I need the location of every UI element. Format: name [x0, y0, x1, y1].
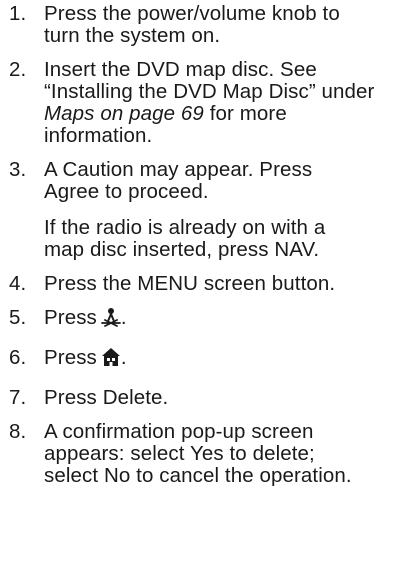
step-8: 8. A confirmation pop-up screen appears:… — [0, 421, 354, 487]
step-number: 7. — [9, 386, 27, 409]
step-text: A confirmation pop-up screen appears: se… — [44, 420, 352, 487]
step-text-post: . — [120, 346, 127, 369]
step-number: 2. — [9, 58, 27, 81]
step-number: 5. — [9, 306, 27, 329]
step-6: 6. Press . — [0, 347, 344, 369]
step-text-pre: Press — [44, 306, 97, 329]
step-3: 3. A Caution may appear. Press Agree to … — [0, 159, 344, 261]
home-icon — [101, 347, 121, 367]
step-text-pre: Press — [44, 346, 97, 369]
instruction-list: 1. Press the power/volume knob to turn t… — [0, 0, 406, 587]
step-number: 1. — [9, 2, 27, 25]
step-5: 5. Press . — [0, 307, 344, 329]
step-4: 4. Press the MENU screen button. — [0, 273, 404, 295]
step-note: If the radio is already on with a map di… — [44, 216, 326, 261]
step-7: 7. Press Delete. — [0, 387, 344, 409]
step-text: Insert the DVD map disc. See “Installing… — [44, 59, 396, 147]
step-text: Press . — [44, 347, 344, 369]
step-number: 6. — [9, 346, 27, 369]
step-2: 2. Insert the DVD map disc. See “Install… — [0, 59, 396, 147]
step-number: 8. — [9, 420, 27, 443]
step-1: 1. Press the power/volume knob to turn t… — [0, 3, 344, 47]
step-text-pre: Insert the DVD map disc. See “Installing… — [44, 58, 375, 103]
step-text: A Caution may appear. Press Agree to pro… — [44, 158, 313, 203]
step-text: Press Delete. — [44, 386, 169, 409]
step-number: 4. — [9, 272, 27, 295]
step-number: 3. — [9, 158, 27, 181]
step-text: Press the MENU screen button. — [44, 272, 336, 295]
step-text: Press . — [44, 307, 344, 329]
step-text-post: . — [120, 306, 127, 329]
step-text: Press the power/volume knob to turn the … — [44, 2, 340, 47]
cross-reference-link: Maps on page 69 — [44, 102, 204, 125]
map-pin-person-icon — [101, 307, 121, 327]
